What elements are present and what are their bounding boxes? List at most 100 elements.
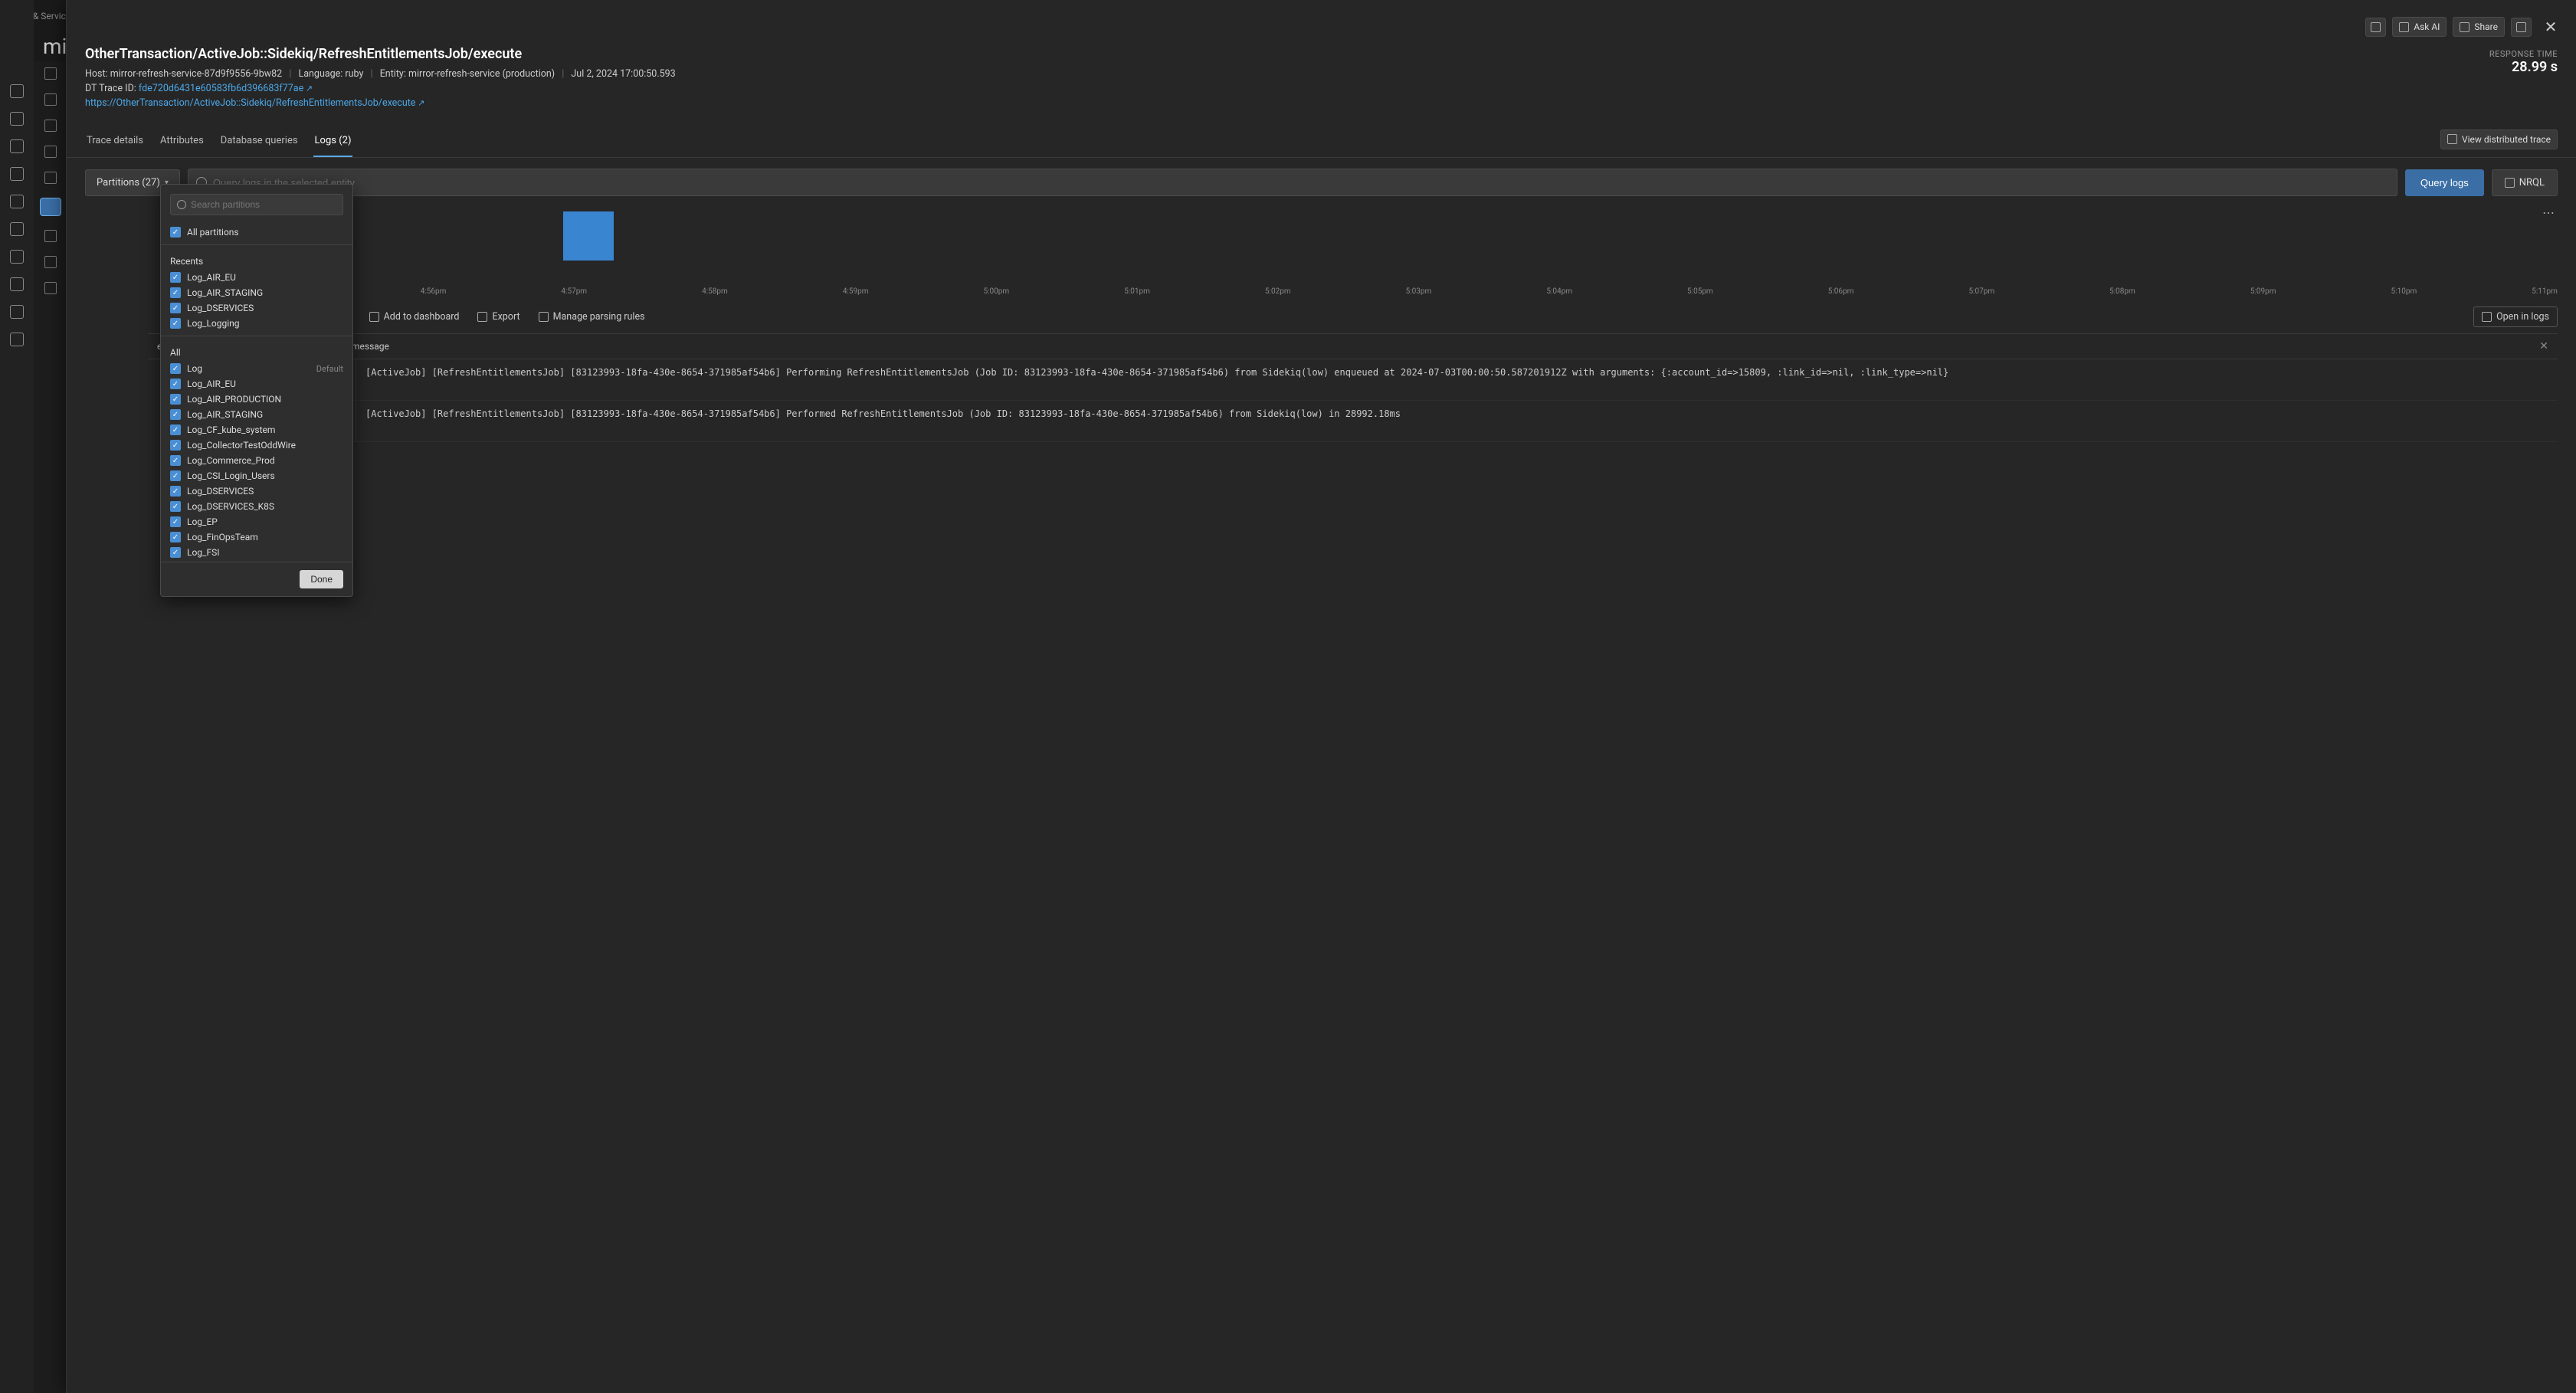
checkbox-icon[interactable] (170, 227, 181, 238)
checkbox-icon[interactable] (170, 318, 181, 329)
partition-item[interactable]: Log_EP (170, 514, 343, 529)
checkbox-icon[interactable] (170, 516, 181, 527)
checkbox-icon[interactable] (170, 547, 181, 558)
nav-icon[interactable] (10, 139, 24, 153)
subnav-icon[interactable] (44, 93, 57, 106)
partition-item[interactable]: Log_AIR_STAGING (170, 407, 343, 422)
partition-item[interactable]: Log_Logging (170, 316, 343, 331)
query-input-wrap (188, 169, 2397, 196)
partition-item[interactable]: Log_Commerce_Prod (170, 453, 343, 468)
partition-item[interactable]: Log_DSERVICES (170, 300, 343, 316)
chart-menu-icon[interactable]: ⋯ (2542, 205, 2556, 220)
checkbox-icon[interactable] (170, 272, 181, 283)
chart-tick: 5:05pm (1687, 287, 1713, 296)
checkbox-icon[interactable] (170, 379, 181, 389)
add-to-dashboard-button[interactable]: Add to dashboard (369, 311, 460, 323)
external-link-icon (2482, 312, 2492, 322)
subnav-icon[interactable] (44, 146, 57, 158)
chart-tick: 5:09pm (2250, 287, 2276, 296)
all-partitions-row[interactable]: All partitions (170, 225, 343, 240)
sparkle-icon (2399, 22, 2409, 32)
checkbox-icon[interactable] (170, 424, 181, 435)
transaction-title: OtherTransaction/ActiveJob::Sidekiq/Refr… (85, 46, 2558, 62)
subnav-icon[interactable] (44, 256, 57, 268)
tab-database-queries[interactable]: Database queries (219, 127, 300, 157)
open-in-logs-button[interactable]: Open in logs (2473, 306, 2558, 327)
checkbox-icon[interactable] (170, 440, 181, 451)
subnav-icon[interactable] (44, 282, 57, 294)
log-row[interactable]: nat-paul[ActiveJob] [RefreshEntitlements… (162, 401, 2558, 442)
partition-item[interactable]: Log_CF_kube_system (170, 422, 343, 438)
tab-trace-details[interactable]: Trace details (85, 127, 145, 157)
log-row[interactable]: nat-paul[ActiveJob] [RefreshEntitlements… (162, 359, 2558, 401)
subnav-icon[interactable] (44, 172, 57, 184)
copy-query-icon[interactable] (2365, 18, 2386, 37)
checkbox-icon[interactable] (170, 303, 181, 313)
nav-icon[interactable] (10, 250, 24, 264)
nav-icon[interactable] (10, 222, 24, 236)
nav-icon[interactable] (10, 167, 24, 181)
nav-icon[interactable] (10, 84, 24, 98)
chart-tick: 5:00pm (984, 287, 1010, 296)
checkbox-icon[interactable] (170, 455, 181, 466)
partition-item[interactable]: Log_AIR_STAGING (170, 285, 343, 300)
nrql-button[interactable]: NRQL (2492, 169, 2558, 196)
checkbox-icon[interactable] (170, 409, 181, 420)
log-query-input[interactable] (213, 177, 2389, 188)
tabs: Trace details Attributes Database queries L… (85, 127, 352, 157)
secondary-nav-rail (34, 61, 67, 1393)
dt-trace-line: DT Trace ID: fde720d6431e60583fb6d396683… (85, 83, 2558, 94)
partition-item[interactable]: Log_DSERVICES (170, 483, 343, 499)
checkbox-icon[interactable] (170, 501, 181, 512)
nav-icon[interactable] (10, 333, 24, 346)
dt-trace-link[interactable]: fde720d6431e60583fb6d396683f77ae (139, 83, 313, 94)
partition-item[interactable]: Log_AIR_PRODUCTION (170, 392, 343, 407)
log-message: [ActiveJob] [RefreshEntitlementsJob] [83… (356, 401, 2558, 441)
partition-item[interactable]: Log_AIR_EU (170, 270, 343, 285)
view-distributed-trace-button[interactable]: View distributed trace (2440, 129, 2558, 149)
tab-logs-2-[interactable]: Logs (2) (313, 127, 353, 157)
checkbox-icon[interactable] (170, 363, 181, 374)
nav-icon[interactable] (10, 277, 24, 291)
trace-panel: Ask AI Share ✕ OtherTransaction/ActiveJo… (66, 0, 2576, 1393)
transaction-url-link[interactable]: https://OtherTransaction/ActiveJob::Side… (85, 97, 424, 109)
nav-icon[interactable] (10, 195, 24, 208)
nav-icon[interactable] (10, 112, 24, 126)
dropdown-done-button[interactable]: Done (300, 570, 343, 588)
partition-item[interactable]: Log_AIR_EU (170, 376, 343, 392)
close-icon[interactable]: ✕ (2542, 18, 2559, 35)
subnav-icon-active[interactable] (40, 198, 61, 216)
partition-item[interactable]: LogDefault (170, 361, 343, 376)
partition-item[interactable]: Log_CollectorTestOddWire (170, 438, 343, 453)
partition-item[interactable]: Log_CSI_Login_Users (170, 468, 343, 483)
partition-item[interactable]: Log_FinOpsTeam (170, 529, 343, 545)
partition-item[interactable]: Log_DSERVICES_K8S (170, 499, 343, 514)
manage-parsing-button[interactable]: Manage parsing rules (539, 311, 645, 323)
chart-tick: 4:58pm (702, 287, 728, 296)
share-button[interactable]: Share (2453, 17, 2505, 37)
panel-top-actions: Ask AI Share ✕ (2365, 17, 2559, 37)
query-logs-button[interactable]: Query logs (2405, 169, 2484, 196)
checkbox-icon[interactable] (170, 394, 181, 405)
subnav-icon[interactable] (44, 67, 57, 80)
ask-ai-button[interactable]: Ask AI (2392, 17, 2447, 37)
chart-tick: 5:06pm (1828, 287, 1854, 296)
export-button[interactable]: Export (477, 311, 519, 323)
nav-icon[interactable] (10, 305, 24, 319)
checkbox-icon[interactable] (170, 532, 181, 542)
checkbox-icon[interactable] (170, 486, 181, 497)
checkbox-icon[interactable] (170, 470, 181, 481)
log-timeline-chart: ⋯ 4:55pm4:56pm4:57pm4:58pm4:59pm5:00pm5:… (85, 207, 2558, 296)
subnav-icon[interactable] (44, 230, 57, 242)
metadata-line-1: Host: mirror-refresh-service-87d9f9556-9… (85, 68, 2558, 80)
tab-attributes[interactable]: Attributes (159, 127, 205, 157)
copy-link-icon[interactable] (2511, 18, 2532, 37)
partition-item[interactable]: Log_FSI (170, 545, 343, 560)
remove-column-icon[interactable]: ✕ (2539, 340, 2548, 352)
partitions-dropdown: All partitions Recents Log_AIR_EULog_AIR… (160, 184, 353, 597)
chart-tick: 4:57pm (561, 287, 587, 296)
subnav-icon[interactable] (44, 120, 57, 132)
column-header-message[interactable]: message ✕ (342, 334, 2558, 359)
partition-search-input[interactable] (191, 199, 336, 210)
checkbox-icon[interactable] (170, 287, 181, 298)
